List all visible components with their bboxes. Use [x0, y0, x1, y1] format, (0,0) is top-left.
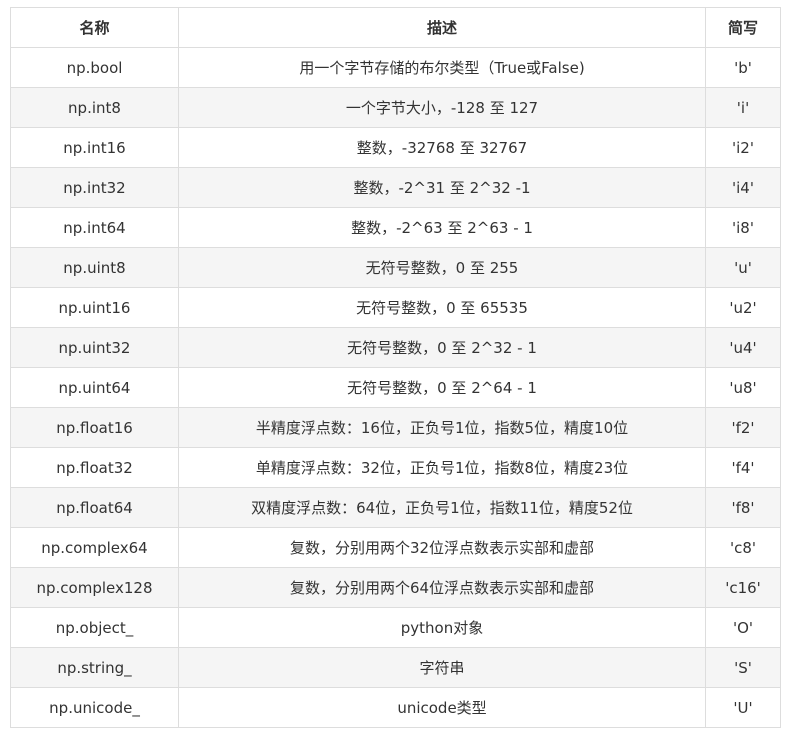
- cell-name: np.int32: [10, 167, 179, 208]
- cell-description: unicode类型: [178, 687, 706, 728]
- cell-abbr: 'i4': [705, 167, 781, 208]
- cell-description: 整数，-2^31 至 2^32 -1: [178, 167, 706, 208]
- cell-description: 无符号整数，0 至 2^32 - 1: [178, 327, 706, 368]
- cell-name: np.complex64: [10, 527, 179, 568]
- cell-name: np.uint32: [10, 327, 179, 368]
- table-row: np.uint64 无符号整数，0 至 2^64 - 1 'u8': [10, 367, 781, 408]
- cell-abbr: 'c8': [705, 527, 781, 568]
- cell-name: np.string_: [10, 647, 179, 688]
- header-name: 名称: [10, 7, 179, 48]
- cell-abbr: 'i': [705, 87, 781, 128]
- cell-name: np.int64: [10, 207, 179, 248]
- table-body: np.bool 用一个字节存储的布尔类型（True或False) 'b' np.…: [10, 47, 781, 728]
- cell-description: python对象: [178, 607, 706, 648]
- cell-abbr: 'O': [705, 607, 781, 648]
- cell-name: np.uint16: [10, 287, 179, 328]
- cell-name: np.bool: [10, 47, 179, 88]
- cell-name: np.int8: [10, 87, 179, 128]
- cell-description: 无符号整数，0 至 255: [178, 247, 706, 288]
- cell-abbr: 'u8': [705, 367, 781, 408]
- table-row: np.object_ python对象 'O': [10, 607, 781, 648]
- cell-abbr: 'f4': [705, 447, 781, 488]
- cell-description: 一个字节大小，-128 至 127: [178, 87, 706, 128]
- cell-name: np.uint8: [10, 247, 179, 288]
- table-row: np.unicode_ unicode类型 'U': [10, 687, 781, 728]
- table-row: np.uint8 无符号整数，0 至 255 'u': [10, 247, 781, 288]
- cell-description: 整数，-32768 至 32767: [178, 127, 706, 168]
- cell-abbr: 'c16': [705, 567, 781, 608]
- table-row: np.int8 一个字节大小，-128 至 127 'i': [10, 87, 781, 128]
- table-row: np.int16 整数，-32768 至 32767 'i2': [10, 127, 781, 168]
- header-description: 描述: [178, 7, 706, 48]
- table-header: 名称 描述 简写: [10, 7, 781, 48]
- cell-name: np.uint64: [10, 367, 179, 408]
- cell-description: 用一个字节存储的布尔类型（True或False): [178, 47, 706, 88]
- cell-abbr: 'i8': [705, 207, 781, 248]
- cell-abbr: 'f2': [705, 407, 781, 448]
- cell-name: np.object_: [10, 607, 179, 648]
- cell-abbr: 'U': [705, 687, 781, 728]
- cell-abbr: 'b': [705, 47, 781, 88]
- table-row: np.uint16 无符号整数，0 至 65535 'u2': [10, 287, 781, 328]
- cell-description: 双精度浮点数：64位，正负号1位，指数11位，精度52位: [178, 487, 706, 528]
- cell-abbr: 'i2': [705, 127, 781, 168]
- cell-abbr: 'f8': [705, 487, 781, 528]
- cell-name: np.float64: [10, 487, 179, 528]
- header-abbr: 简写: [705, 7, 781, 48]
- table-row: np.float16 半精度浮点数：16位，正负号1位，指数5位，精度10位 '…: [10, 407, 781, 448]
- table-row: np.complex64 复数，分别用两个32位浮点数表示实部和虚部 'c8': [10, 527, 781, 568]
- cell-abbr: 'S': [705, 647, 781, 688]
- dtype-table: 名称 描述 简写 np.bool 用一个字节存储的布尔类型（True或False…: [10, 7, 781, 728]
- cell-description: 无符号整数，0 至 2^64 - 1: [178, 367, 706, 408]
- table-row: np.uint32 无符号整数，0 至 2^32 - 1 'u4': [10, 327, 781, 368]
- cell-name: np.int16: [10, 127, 179, 168]
- table-row: np.string_ 字符串 'S': [10, 647, 781, 688]
- cell-abbr: 'u': [705, 247, 781, 288]
- cell-description: 复数，分别用两个64位浮点数表示实部和虚部: [178, 567, 706, 608]
- cell-name: np.float32: [10, 447, 179, 488]
- cell-description: 半精度浮点数：16位，正负号1位，指数5位，精度10位: [178, 407, 706, 448]
- cell-name: np.complex128: [10, 567, 179, 608]
- cell-description: 整数，-2^63 至 2^63 - 1: [178, 207, 706, 248]
- cell-description: 单精度浮点数：32位，正负号1位，指数8位，精度23位: [178, 447, 706, 488]
- cell-description: 无符号整数，0 至 65535: [178, 287, 706, 328]
- cell-abbr: 'u4': [705, 327, 781, 368]
- cell-name: np.unicode_: [10, 687, 179, 728]
- table-row: np.complex128 复数，分别用两个64位浮点数表示实部和虚部 'c16…: [10, 567, 781, 608]
- table-row: np.int64 整数，-2^63 至 2^63 - 1 'i8': [10, 207, 781, 248]
- cell-description: 字符串: [178, 647, 706, 688]
- cell-description: 复数，分别用两个32位浮点数表示实部和虚部: [178, 527, 706, 568]
- table-row: np.float32 单精度浮点数：32位，正负号1位，指数8位，精度23位 '…: [10, 447, 781, 488]
- header-row: 名称 描述 简写: [10, 7, 781, 48]
- page: { "table": { "headers": { "name": "名称", …: [0, 0, 791, 735]
- cell-abbr: 'u2': [705, 287, 781, 328]
- table-row: np.float64 双精度浮点数：64位，正负号1位，指数11位，精度52位 …: [10, 487, 781, 528]
- cell-name: np.float16: [10, 407, 179, 448]
- table-row: np.bool 用一个字节存储的布尔类型（True或False) 'b': [10, 47, 781, 88]
- table-row: np.int32 整数，-2^31 至 2^32 -1 'i4': [10, 167, 781, 208]
